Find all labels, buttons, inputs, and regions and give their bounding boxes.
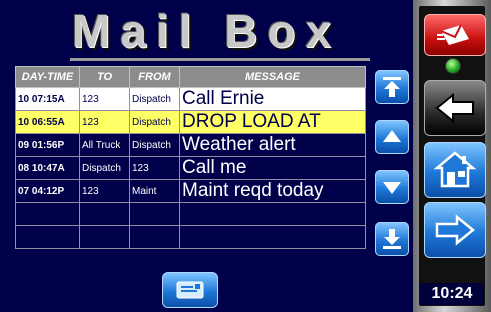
scroll-down-button[interactable] [375,170,409,204]
column-header-from[interactable]: FROM [129,66,180,88]
red-mail-icon [437,24,469,45]
forward-arrow-icon [435,214,475,246]
scroll-bottom-icon [383,229,401,249]
compose-message-icon [176,281,204,299]
table-header-row: DAY-TIME TO FROM MESSAGE [15,66,366,88]
column-header-message[interactable]: MESSAGE [179,66,366,88]
cell-daytime: 10 07:15A [15,87,80,111]
back-button[interactable] [424,80,486,136]
cell-daytime: 07 04:12P [15,179,80,203]
cell-message: Weather alert [179,133,366,157]
compose-button[interactable] [162,272,218,308]
cell-to [79,225,130,249]
scroll-down-icon [383,182,401,194]
cell-from: Dispatch [129,110,180,134]
title-underline [70,58,370,61]
table-row[interactable]: 07 04:12P 123 Maint Maint reqd today [15,179,366,203]
table-row[interactable] [15,202,366,226]
table-row[interactable] [15,225,366,249]
status-led [445,58,461,74]
scroll-top-button[interactable] [375,70,409,104]
clock: 10:24 [420,283,484,305]
table-row[interactable]: 09 01:56P All Truck Dispatch Weather alert [15,133,366,157]
scroll-up-icon [383,130,401,142]
column-header-daytime[interactable]: DAY-TIME [15,66,80,88]
cell-daytime: 10 06:55A [15,110,80,134]
cell-to [79,202,130,226]
cell-from: Dispatch [129,87,180,111]
cell-daytime: 09 01:56P [15,133,80,157]
cell-to: 123 [79,87,130,111]
home-icon [433,151,477,188]
mail-button[interactable] [424,14,486,56]
cell-from: Maint [129,179,180,203]
scroll-top-icon [383,77,401,97]
cell-to: 123 [79,110,130,134]
cell-from [129,225,180,249]
page-title: Mail Box [71,5,342,57]
table-row[interactable]: 10 07:15A 123 Dispatch Call Ernie [15,87,366,111]
cell-message: DROP LOAD AT [179,110,366,134]
table-row[interactable]: 10 06:55A 123 Dispatch DROP LOAD AT [15,110,366,134]
cell-from [129,202,180,226]
cell-to: All Truck [79,133,130,157]
scroll-bottom-button[interactable] [375,222,409,256]
cell-daytime: 08 10:47A [15,156,80,180]
column-header-to[interactable]: TO [79,66,130,88]
mailbox-screen: Mail Box DAY-TIME TO FROM MESSAGE 10 07:… [0,0,413,312]
cell-message: Call me [179,156,366,180]
cell-from: Dispatch [129,133,180,157]
cell-daytime [15,202,80,226]
home-button[interactable] [424,142,486,198]
cell-message [179,225,366,249]
cell-message [179,202,366,226]
cell-message: Call Ernie [179,87,366,111]
cell-message: Maint reqd today [179,179,366,203]
cell-daytime [15,225,80,249]
forward-button[interactable] [424,202,486,258]
back-arrow-icon [435,92,474,124]
scroll-up-button[interactable] [375,120,409,154]
cell-to: 123 [79,179,130,203]
cell-to: Dispatch [79,156,130,180]
message-table: DAY-TIME TO FROM MESSAGE 10 07:15A 123 Dis… [15,66,366,249]
cell-from: 123 [129,156,180,180]
table-row[interactable]: 08 10:47A Dispatch 123 Call me [15,156,366,180]
